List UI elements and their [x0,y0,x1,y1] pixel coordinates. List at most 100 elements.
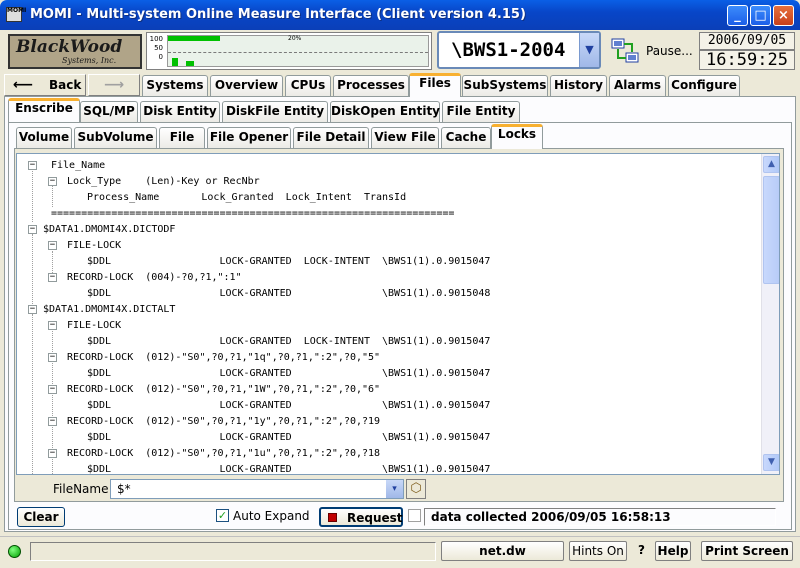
lock-type: RECORD-LOCK (012)-"S0",?0,?1,"1q",?0,?1,… [67,352,381,363]
tab-files[interactable]: Files [409,73,461,97]
cpu-gauge: 100 50 0 20% [146,32,432,70]
status-checkbox[interactable] [408,509,421,522]
collapse-icon[interactable]: − [48,353,57,362]
cube-icon[interactable]: ⬡ [406,479,426,499]
tab-subvolume[interactable]: SubVolume [74,127,157,148]
collapse-icon[interactable]: − [48,241,57,250]
tab-file-entity[interactable]: File Entity [442,101,520,122]
tab-diskopen-entity[interactable]: DiskOpen Entity [330,101,440,122]
tree-row-lock[interactable]: − RECORD-LOCK (012)-"S0",?0,?1,"1u",?0,?… [17,446,380,462]
tree-row-lock[interactable]: − FILE-LOCK [17,318,121,334]
tab-alarms[interactable]: Alarms [609,75,666,96]
tab-diskfile-entity[interactable]: DiskFile Entity [222,101,328,122]
system-selector[interactable]: \BWS1-2004 ▼ [437,31,601,69]
tree-header-row: Process_Name Lock_Granted Lock_Intent Tr… [17,190,406,206]
chevron-down-icon[interactable]: ▾ [386,480,403,498]
app-icon: MOMI [6,7,26,22]
tree-row-process[interactable]: $DDL LOCK-GRANTED \BWS1(1).0.9015047 [17,398,490,414]
tree-row-process[interactable]: $DDL LOCK-GRANTED \BWS1(1).0.9015047 [17,366,490,382]
forward-button[interactable]: ⟶ [88,74,140,96]
collapse-icon[interactable]: − [48,177,57,186]
tree-row-process[interactable]: $DDL LOCK-GRANTED LOCK-INTENT \BWS1(1).0… [17,254,490,270]
tab-view-file[interactable]: View File [371,127,439,148]
tab-locks[interactable]: Locks [491,124,543,149]
minimize-button[interactable]: _ [727,5,748,26]
tree-row-process[interactable]: $DDL LOCK-GRANTED LOCK-INTENT \BWS1(1).0… [17,334,490,350]
collapse-icon[interactable]: − [48,273,57,282]
tree-row-file[interactable]: − $DATA1.DMOMI4X.DICTALT [17,302,175,318]
scroll-up-icon[interactable]: ▲ [763,156,779,173]
tab-file-detail[interactable]: File Detail [293,127,369,148]
system-name: \BWS1-2004 [451,39,566,61]
connection-status-icon [8,545,21,558]
tree-row-process[interactable]: $DDL LOCK-GRANTED \BWS1(1).0.9015047 [17,430,490,446]
scroll-down-icon[interactable]: ▼ [763,454,779,471]
tab-cache[interactable]: Cache [441,127,491,148]
lock-type: RECORD-LOCK (012)-"S0",?0,?1,"1u",?0,?1,… [67,448,381,459]
help-button[interactable]: Help [655,541,691,561]
collapse-icon[interactable]: − [48,417,57,426]
request-label: Request [347,511,403,525]
tab-configure[interactable]: Configure [668,75,740,96]
tab-history[interactable]: History [550,75,607,96]
collapse-icon[interactable]: − [48,385,57,394]
tab-volume[interactable]: Volume [16,127,72,148]
collapse-icon[interactable]: − [48,449,57,458]
server-button[interactable]: net.dw [441,541,564,561]
back-label: Back [49,78,82,92]
collapse-icon[interactable]: − [28,161,37,170]
clear-button[interactable]: Clear [17,507,65,527]
time-display: 16:59:25 [699,50,795,70]
tab-disk-entity[interactable]: Disk Entity [140,101,220,122]
filename-value: $* [117,482,131,496]
file-name: $DATA1.DMOMI4X.DICTALT [43,304,176,315]
tree-row-process[interactable]: $DDL LOCK-GRANTED \BWS1(1).0.9015048 [17,286,490,302]
chevron-down-icon[interactable]: ▼ [579,33,599,67]
status-text: data collected 2006/09/05 16:58:13 [424,508,776,526]
bottom-status-field [30,542,436,561]
title-bar: MOMI MOMI - Multi-system Online Measure … [0,0,800,30]
collapse-icon[interactable]: − [28,225,37,234]
pause-icon[interactable] [610,36,640,66]
header-file-name: File_Name [51,160,106,171]
hints-button[interactable]: Hints On [569,541,627,561]
tree-row-lock[interactable]: − RECORD-LOCK (012)-"S0",?0,?1,"1q",?0,?… [17,350,380,366]
tab-cpus[interactable]: CPUs [285,75,331,96]
tree-row-file[interactable]: − $DATA1.DMOMI4X.DICTODF [17,222,175,238]
tree-row-lock[interactable]: − RECORD-LOCK (012)-"S0",?0,?1,"1W",?0,?… [17,382,380,398]
request-button[interactable]: Request [319,507,403,527]
locks-tree-view[interactable]: − File_Name − Lock_Type (Len)-Key or Rec… [16,153,780,475]
tab-subsystems[interactable]: SubSystems [462,75,548,96]
gauge-scale-mid: 50 [154,44,163,52]
collapse-icon[interactable]: − [28,305,37,314]
tab-file[interactable]: File [159,127,205,148]
tree-row-lock[interactable]: − RECORD-LOCK (012)-"S0",?0,?1,"1y",?0,?… [17,414,380,430]
lock-type: RECORD-LOCK (004)-?0,?1,":1" [67,272,242,283]
tree-header-row[interactable]: − Lock_Type (Len)-Key or RecNbr [17,174,260,190]
back-button[interactable]: ⟵ Back [4,74,86,96]
tree-row-lock[interactable]: − RECORD-LOCK (004)-?0,?1,":1" [17,270,242,286]
tab-overview[interactable]: Overview [210,75,283,96]
pause-label[interactable]: Pause... [646,44,693,58]
tab-sqlmp[interactable]: SQL/MP [80,101,138,122]
process-detail: $DDL LOCK-GRANTED \BWS1(1).0.9015047 [87,432,491,443]
collapse-icon[interactable]: − [48,321,57,330]
tree-row-process[interactable]: $DDL LOCK-GRANTED \BWS1(1).0.9015047 [17,462,490,474]
scroll-thumb[interactable] [763,176,779,284]
maximize-button[interactable]: □ [750,5,771,26]
auto-expand-checkbox[interactable]: ✓ [216,509,229,522]
close-button[interactable]: × [773,5,794,26]
vertical-scrollbar[interactable]: ▲ ▼ [761,154,779,474]
logo-text: BlackWood [16,37,123,57]
gauge-spike [172,58,178,66]
tree-row-lock[interactable]: − FILE-LOCK [17,238,121,254]
filename-select[interactable]: $* ▾ [110,479,404,499]
tab-systems[interactable]: Systems [142,75,208,96]
tab-processes[interactable]: Processes [333,75,409,96]
tab-enscribe[interactable]: Enscribe [8,98,80,122]
print-screen-button[interactable]: Print Screen [701,541,793,561]
tab-file-opener[interactable]: File Opener [207,127,291,148]
tree-header-row[interactable]: − File_Name [17,158,105,174]
header-lock-type: Lock_Type (Len)-Key or RecNbr [67,176,260,187]
question-icon[interactable]: ? [638,543,645,557]
